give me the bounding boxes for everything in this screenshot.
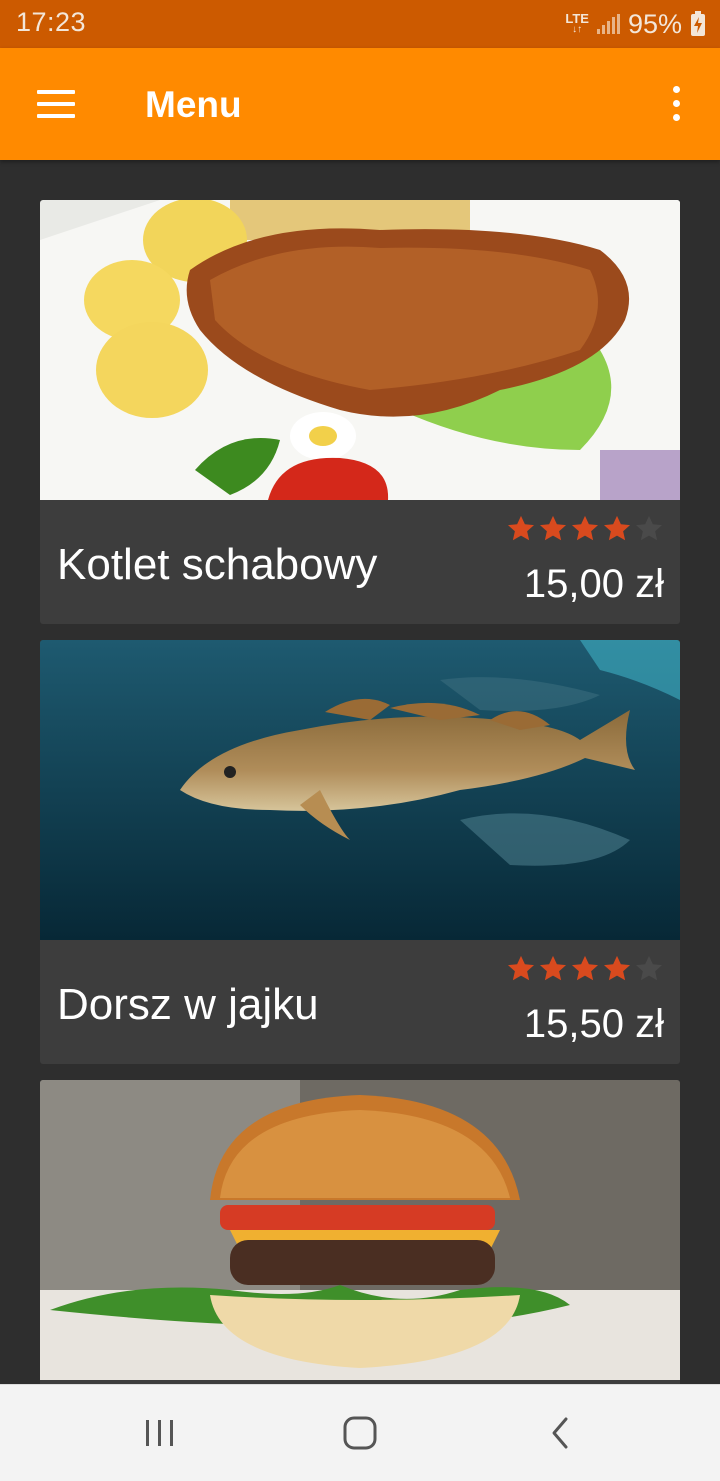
app-bar: Menu bbox=[0, 48, 720, 160]
page-title: Menu bbox=[145, 84, 242, 125]
rating-stars bbox=[506, 954, 664, 984]
battery-charging-icon bbox=[690, 11, 706, 37]
star-filled-icon bbox=[508, 955, 534, 981]
battery-percentage: 95% bbox=[627, 8, 682, 39]
star-filled-icon bbox=[508, 515, 534, 541]
menu-list[interactable]: Kotlet schabowy 15,00 zł Dorsz w jajku 1… bbox=[0, 160, 720, 1384]
rating-stars bbox=[506, 514, 664, 544]
home-icon[interactable] bbox=[330, 1409, 390, 1457]
star-filled-icon bbox=[572, 955, 598, 981]
menu-item-info: Kotlet schabowy 15,00 zł bbox=[40, 500, 680, 624]
status-bar: 17:23 LTE ↓↑ 95% bbox=[0, 0, 720, 48]
star-filled-icon bbox=[572, 515, 598, 541]
star-filled-icon bbox=[604, 955, 630, 981]
menu-item-info: Dorsz w jajku 15,50 zł bbox=[40, 940, 680, 1064]
back-icon[interactable] bbox=[530, 1409, 590, 1457]
dish-name: Kotlet schabowy bbox=[57, 540, 378, 589]
star-filled-icon bbox=[540, 515, 566, 541]
dish-price: 15,50 zł bbox=[523, 1002, 664, 1046]
lte-icon: LTE ↓↑ bbox=[565, 11, 589, 35]
burger-photo bbox=[40, 1080, 680, 1380]
cod-fish-photo bbox=[40, 640, 680, 940]
more-vertical-icon[interactable] bbox=[652, 80, 700, 128]
status-time: 17:23 bbox=[16, 7, 87, 37]
pork-cutlet-photo bbox=[40, 200, 680, 500]
signal-icon bbox=[596, 14, 620, 34]
menu-item-card[interactable]: Kotlet schabowy 15,00 zł bbox=[40, 200, 680, 624]
star-empty-icon bbox=[636, 955, 662, 981]
star-empty-icon bbox=[636, 515, 662, 541]
status-indicators: LTE ↓↑ 95% bbox=[565, 7, 706, 41]
recents-icon[interactable] bbox=[130, 1409, 190, 1457]
system-nav-bar bbox=[0, 1384, 720, 1481]
dish-price: 15,00 zł bbox=[523, 562, 664, 606]
menu-item-card[interactable] bbox=[40, 1080, 680, 1384]
menu-item-card[interactable]: Dorsz w jajku 15,50 zł bbox=[40, 640, 680, 1064]
star-filled-icon bbox=[540, 955, 566, 981]
star-filled-icon bbox=[604, 515, 630, 541]
dish-name: Dorsz w jajku bbox=[57, 980, 319, 1029]
hamburger-menu-icon[interactable] bbox=[24, 80, 88, 128]
